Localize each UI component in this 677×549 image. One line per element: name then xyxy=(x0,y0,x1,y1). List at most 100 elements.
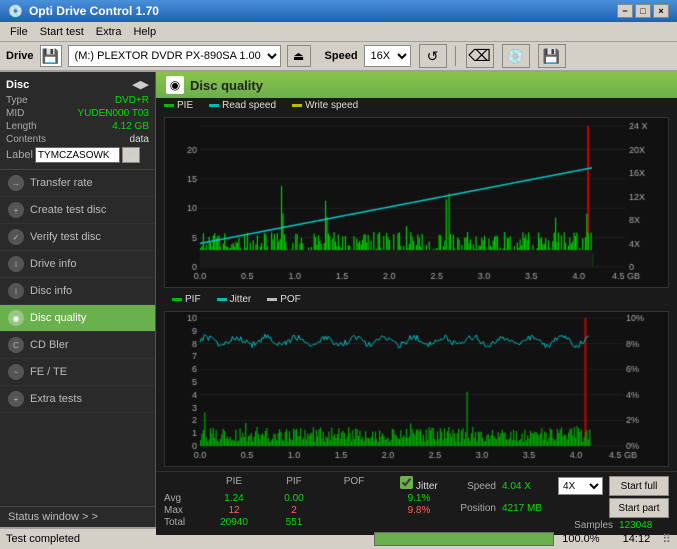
create-test-disc-label: Create test disc xyxy=(30,204,106,216)
save-button[interactable]: 💾 xyxy=(538,44,566,68)
disc-info-label: Disc info xyxy=(30,285,72,297)
stats-right: Speed 4.04 X 4X 2X 8X Start full Positio… xyxy=(460,476,669,531)
maximize-button[interactable]: □ xyxy=(635,4,651,18)
titlebar: 💿 Opti Drive Control 1.70 − □ × xyxy=(0,0,677,22)
legend-pie-label: PIE xyxy=(177,100,193,111)
stats-total-row: Total 20940 551 xyxy=(164,517,452,528)
sidebar-item-create-test-disc[interactable]: + Create test disc xyxy=(0,197,155,224)
legend-jitter-dot xyxy=(217,298,227,301)
disc-info-panel: Disc ◀▶ Type DVD+R MID YUDEN000 T03 Leng… xyxy=(0,72,155,170)
refresh-button[interactable]: ↺ xyxy=(419,44,447,68)
status-text: Test completed xyxy=(6,533,366,545)
sidebar-nav: → Transfer rate + Create test disc ✓ Ver… xyxy=(0,170,155,506)
start-part-button[interactable]: Start part xyxy=(609,498,669,518)
sidebar-item-cd-bler[interactable]: C CD Bler xyxy=(0,332,155,359)
burn-button[interactable]: 💿 xyxy=(502,44,530,68)
cd-bler-label: CD Bler xyxy=(30,339,69,351)
label-input[interactable] xyxy=(35,147,120,163)
sidebar-item-disc-quality[interactable]: ◉ Disc quality xyxy=(0,305,155,332)
close-button[interactable]: × xyxy=(653,4,669,18)
label-row: Label ⚙ xyxy=(6,147,149,163)
disc-quality-header-icon: ◉ xyxy=(166,76,184,94)
speed-label-stat: Speed xyxy=(467,481,496,492)
col-pof-header: POF xyxy=(334,476,374,492)
type-label: Type xyxy=(6,95,28,106)
sidebar: Disc ◀▶ Type DVD+R MID YUDEN000 T03 Leng… xyxy=(0,72,156,527)
legend-write-speed-dot xyxy=(292,104,302,107)
legend-pof: POF xyxy=(267,294,301,305)
max-label: Max xyxy=(164,505,194,516)
app-icon: 💿 xyxy=(8,4,23,18)
sidebar-item-extra-tests[interactable]: + Extra tests xyxy=(0,386,155,413)
type-value: DVD+R xyxy=(115,95,149,106)
legend-pof-label: POF xyxy=(280,294,301,305)
stats-bar: PIE PIF POF Jitter Avg 1.24 0.00 9.1% xyxy=(156,471,677,535)
avg-label: Avg xyxy=(164,493,194,504)
sidebar-item-verify-test-disc[interactable]: ✓ Verify test disc xyxy=(0,224,155,251)
menu-help[interactable]: Help xyxy=(127,24,162,40)
sidebar-item-transfer-rate[interactable]: → Transfer rate xyxy=(0,170,155,197)
fe-te-label: FE / TE xyxy=(30,366,67,378)
stats-table: PIE PIF POF Jitter Avg 1.24 0.00 9.1% xyxy=(164,476,452,528)
sidebar-item-disc-info[interactable]: i Disc info xyxy=(0,278,155,305)
chart-bottom xyxy=(164,311,669,467)
verify-test-disc-icon: ✓ xyxy=(8,229,24,245)
sidebar-item-fe-te[interactable]: ~ FE / TE xyxy=(0,359,155,386)
charts-area: PIF Jitter POF xyxy=(156,113,677,471)
legend-pie: PIE xyxy=(164,100,193,111)
start-full-button[interactable]: Start full xyxy=(609,476,669,496)
disc-header: Disc ◀▶ xyxy=(6,78,149,91)
resize-handle: ⠿ xyxy=(662,532,671,546)
max-pie: 12 xyxy=(214,505,254,516)
total-pie: 20940 xyxy=(214,517,254,528)
legend-pie-dot xyxy=(164,104,174,107)
samples-value: 123048 xyxy=(619,520,669,531)
jitter-checkbox[interactable] xyxy=(400,476,413,489)
legend-read-speed-label: Read speed xyxy=(222,100,276,111)
col-jitter-check[interactable]: Jitter xyxy=(394,476,444,492)
disc-contents-row: Contents data xyxy=(6,134,149,145)
titlebar-controls[interactable]: − □ × xyxy=(617,4,669,18)
speed-select[interactable]: 16X Max 1X 2X 4X 8X 12X xyxy=(364,45,411,67)
legend-jitter: Jitter xyxy=(217,294,252,305)
position-row: Position 4217 MB Start part xyxy=(460,498,669,518)
cd-bler-icon: C xyxy=(8,337,24,353)
stats-avg-row: Avg 1.24 0.00 9.1% xyxy=(164,493,452,504)
label-settings-button[interactable]: ⚙ xyxy=(122,147,140,163)
col-pif-header: PIF xyxy=(274,476,314,492)
erase-button[interactable]: ⌫ xyxy=(466,44,494,68)
menu-starttest[interactable]: Start test xyxy=(34,24,90,40)
verify-test-disc-label: Verify test disc xyxy=(30,231,101,243)
speed-select-stats[interactable]: 4X 2X 8X xyxy=(558,477,603,495)
speed-label: Speed xyxy=(325,50,358,62)
disc-quality-header: ◉ Disc quality xyxy=(156,72,677,98)
disc-quality-icon-nav: ◉ xyxy=(8,310,24,326)
menu-file[interactable]: File xyxy=(4,24,34,40)
drive-info-icon: i xyxy=(8,256,24,272)
eject-button[interactable]: ⏏ xyxy=(287,45,311,67)
contents-label: Contents xyxy=(6,134,46,145)
length-label: Length xyxy=(6,121,37,132)
separator xyxy=(455,46,456,66)
fe-te-icon: ~ xyxy=(8,364,24,380)
contents-value: data xyxy=(130,134,149,145)
disc-label-key: Label xyxy=(6,149,33,161)
disc-mid-row: MID YUDEN000 T03 xyxy=(6,108,149,119)
status-window-button[interactable]: Status window > > xyxy=(0,506,155,527)
legend-write-speed-label: Write speed xyxy=(305,100,358,111)
disc-arrows[interactable]: ◀▶ xyxy=(132,78,149,91)
menubar: File Start test Extra Help xyxy=(0,22,677,42)
create-test-disc-icon: + xyxy=(8,202,24,218)
chart-top xyxy=(164,117,669,288)
samples-row: Samples 123048 xyxy=(574,520,669,531)
drive-select[interactable]: (M:) PLEXTOR DVDR PX-890SA 1.00 xyxy=(68,45,281,67)
legend-write-speed: Write speed xyxy=(292,100,358,111)
main-area: Disc ◀▶ Type DVD+R MID YUDEN000 T03 Leng… xyxy=(0,72,677,527)
pif-chart-canvas xyxy=(165,312,668,466)
disc-quality-title: Disc quality xyxy=(190,78,263,93)
legend-read-speed-dot xyxy=(209,104,219,107)
minimize-button[interactable]: − xyxy=(617,4,633,18)
menu-extra[interactable]: Extra xyxy=(90,24,128,40)
position-value: 4217 MB xyxy=(502,503,552,514)
sidebar-item-drive-info[interactable]: i Drive info xyxy=(0,251,155,278)
